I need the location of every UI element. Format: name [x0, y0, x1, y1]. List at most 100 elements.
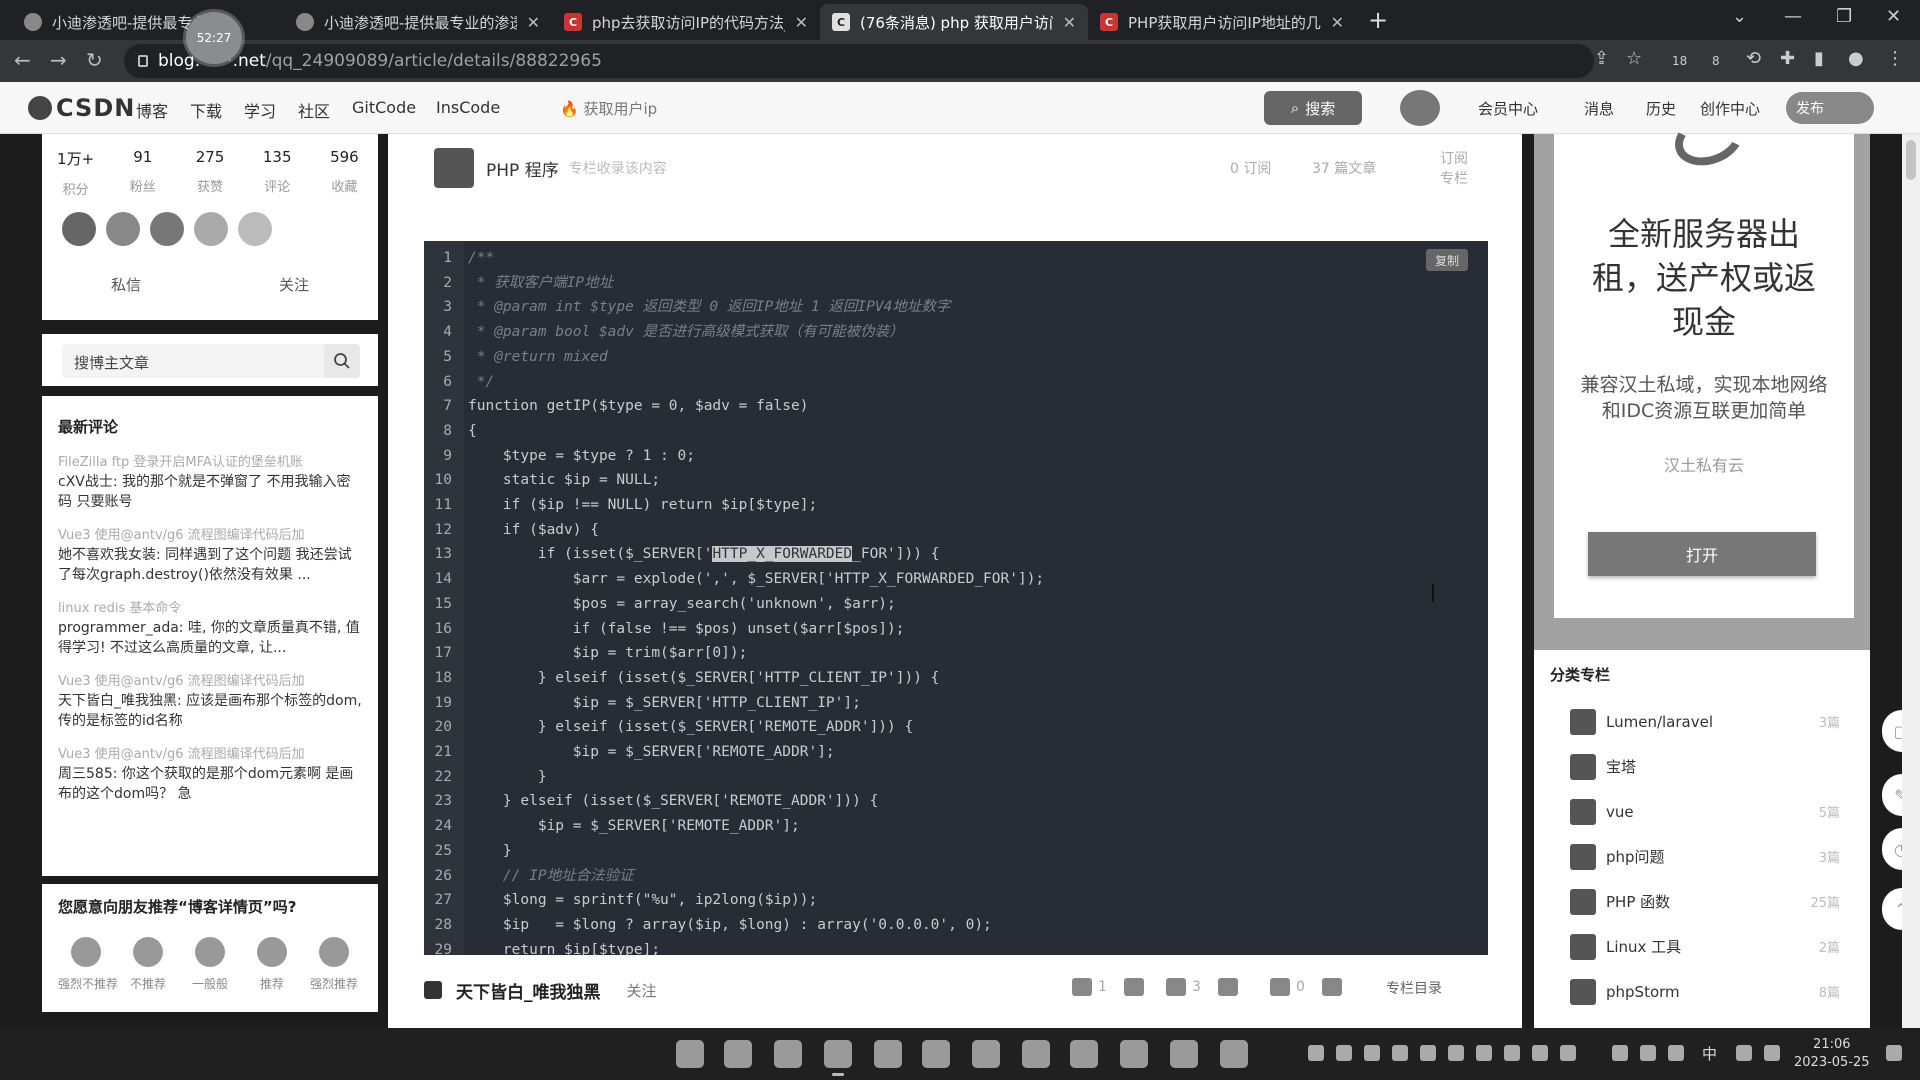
ime-indicator[interactable]: 中	[1702, 1043, 1717, 1064]
tray-icon[interactable]	[1420, 1045, 1436, 1061]
comment-source[interactable]: FileZilla ftp 登录开启MFA认证的堡垒机账	[58, 451, 362, 470]
recommend-option[interactable]: 不推荐	[120, 937, 176, 992]
app-icon[interactable]	[972, 1040, 1000, 1068]
ad-banner[interactable]: 全新服务器出租，送产权或返现金 兼容汉土私域，实现本地网络和IDC资源互联更加简…	[1534, 103, 1870, 650]
category-item[interactable]: Lumen/laravel 3篇	[1550, 699, 1854, 744]
search-icon[interactable]	[324, 344, 360, 378]
stat-favorites[interactable]: 596 收藏	[311, 148, 378, 198]
author-name[interactable]: 天下皆白_唯我独黑	[456, 978, 601, 1003]
favorite-button[interactable]: 3	[1166, 978, 1201, 996]
app-icon[interactable]	[1170, 1040, 1198, 1068]
recommend-option[interactable]: 强烈推荐	[306, 937, 362, 992]
file-explorer-icon[interactable]	[724, 1040, 752, 1068]
share-button[interactable]	[1322, 978, 1342, 996]
badge-icon[interactable]	[238, 212, 272, 246]
close-icon[interactable]: ✕	[527, 13, 540, 32]
url-input[interactable]: blog.······.net/qq_24909089/article/deta…	[124, 44, 1594, 78]
stat-points[interactable]: 1万+ 积分	[42, 148, 109, 198]
volume-icon[interactable]	[1764, 1045, 1780, 1061]
close-window-button[interactable]: ✕	[1886, 6, 1901, 27]
browser-tab-1[interactable]: 小迪渗透吧-提供最专业的渗透测 ✕	[284, 4, 552, 40]
scrollbar-thumb[interactable]	[1906, 140, 1916, 180]
extension-badge[interactable]: 8	[1712, 54, 1720, 68]
app-icon[interactable]	[1070, 1040, 1098, 1068]
like-button[interactable]: 1	[1072, 978, 1107, 996]
close-icon[interactable]: ✕	[795, 13, 808, 32]
notification-icon[interactable]	[1886, 1045, 1902, 1061]
app-icon[interactable]	[874, 1040, 902, 1068]
nav-vip-center[interactable]: 会员中心	[1478, 98, 1538, 119]
edge-browser-icon[interactable]	[774, 1040, 802, 1068]
subscribe-column-button[interactable]: 订阅专栏	[1440, 148, 1474, 188]
category-item[interactable]: PHP 函数 25篇	[1550, 879, 1854, 924]
menu-kebab-icon[interactable]: ⋮	[1886, 48, 1904, 69]
sidebar-icon[interactable]: ▮	[1814, 48, 1824, 69]
browser-tab-3[interactable]: C (76条消息) php 获取用户访问 ✕	[820, 4, 1088, 40]
avatar[interactable]	[1400, 90, 1440, 126]
network-icon[interactable]	[1736, 1045, 1752, 1061]
app-icon[interactable]	[1022, 1040, 1050, 1068]
column-name[interactable]: PHP 程序	[486, 156, 559, 181]
app-icon[interactable]	[1220, 1040, 1248, 1068]
comment-item[interactable]: Vue3 使用@antv/g6 流程图编译代码后加 她不喜欢我女装: 同样遇到了这…	[58, 524, 362, 585]
profile-icon[interactable]: ●	[1848, 48, 1864, 69]
dislike-button[interactable]	[1124, 978, 1144, 996]
share-icon[interactable]: ⇪	[1594, 48, 1609, 69]
stat-likes[interactable]: 275 获赞	[176, 148, 243, 198]
blog-search-input[interactable]: 搜博主文章	[62, 344, 342, 378]
maximize-button[interactable]: ❐	[1836, 6, 1852, 27]
tray-icon[interactable]	[1336, 1045, 1352, 1061]
comment-source[interactable]: Vue3 使用@antv/g6 流程图编译代码后加	[58, 670, 362, 689]
bookmark-star-icon[interactable]: ☆	[1626, 48, 1642, 69]
browser-tab-2[interactable]: C php去获取访问IP的代码方法_百 ✕	[552, 4, 820, 40]
copy-code-button[interactable]: 复制	[1426, 249, 1468, 271]
publish-button[interactable]: 发布	[1786, 92, 1874, 124]
nav-download[interactable]: 下载	[190, 98, 222, 122]
code-block[interactable]: 复制 1/** 2 * 获取客户端IP地址 3 * @param int $type…	[424, 241, 1488, 955]
comment-source[interactable]: Vue3 使用@antv/g6 流程图编译代码后加	[58, 524, 362, 543]
stat-fans[interactable]: 91 粉丝	[109, 148, 176, 198]
extension-icon[interactable]: ⟲	[1746, 48, 1761, 69]
tray-icon[interactable]	[1476, 1045, 1492, 1061]
tray-icon[interactable]	[1448, 1045, 1464, 1061]
nav-community[interactable]: 社区	[298, 98, 330, 122]
start-menu-icon[interactable]	[676, 1040, 704, 1068]
badge-icon[interactable]	[150, 212, 184, 246]
private-message-button[interactable]: 私信	[42, 274, 210, 295]
badge-icon[interactable]	[106, 212, 140, 246]
column-thumbnail[interactable]	[434, 148, 474, 188]
microphone-icon[interactable]	[1668, 1045, 1684, 1061]
nav-search-input[interactable]: 🔥 获取用户ip	[560, 98, 657, 119]
reward-button[interactable]	[1218, 978, 1238, 996]
follow-button[interactable]: 关注	[210, 274, 378, 295]
nav-learn[interactable]: 学习	[244, 98, 276, 122]
csdn-logo[interactable]: CSDN	[28, 94, 135, 122]
category-item[interactable]: 宝塔	[1550, 744, 1854, 789]
page-scrollbar[interactable]	[1902, 134, 1920, 1028]
comment-item[interactable]: FileZilla ftp 登录开启MFA认证的堡垒机账 cXV战士: 我的那个就…	[58, 451, 362, 512]
author-avatar-icon[interactable]	[424, 981, 442, 999]
tray-icon[interactable]	[1532, 1045, 1548, 1061]
recommend-option[interactable]: 一般般	[182, 937, 238, 992]
badge-icon[interactable]	[194, 212, 228, 246]
comment-item[interactable]: Vue3 使用@antv/g6 流程图编译代码后加 周三585: 你这个获取的是那…	[58, 743, 362, 804]
phone-icon[interactable]	[1640, 1045, 1656, 1061]
search-button[interactable]: ⌕ 搜索	[1264, 91, 1362, 125]
nav-blog[interactable]: 博客	[136, 98, 168, 122]
tray-icon[interactable]	[1560, 1045, 1576, 1061]
minimize-button[interactable]: —	[1784, 6, 1802, 27]
tab-search-icon[interactable]: ⌄	[1732, 6, 1747, 27]
chrome-browser-icon[interactable]	[824, 1040, 852, 1076]
usb-icon[interactable]	[1612, 1045, 1628, 1061]
recommend-option[interactable]: 强烈不推荐	[58, 937, 118, 992]
extension-badge[interactable]: 18	[1672, 54, 1687, 68]
recommend-option[interactable]: 推荐	[244, 937, 300, 992]
category-item[interactable]: Linux 工具 2篇	[1550, 924, 1854, 969]
back-icon[interactable]: ←	[14, 48, 31, 72]
app-icon[interactable]	[1120, 1040, 1148, 1068]
forward-icon[interactable]: →	[50, 48, 67, 72]
nav-history[interactable]: 历史	[1646, 98, 1676, 119]
stat-comments[interactable]: 135 评论	[244, 148, 311, 198]
comment-item[interactable]: Vue3 使用@antv/g6 流程图编译代码后加 天下皆白_唯我独黑: 应该是画…	[58, 670, 362, 731]
follow-author-button[interactable]: 关注	[627, 980, 657, 1001]
